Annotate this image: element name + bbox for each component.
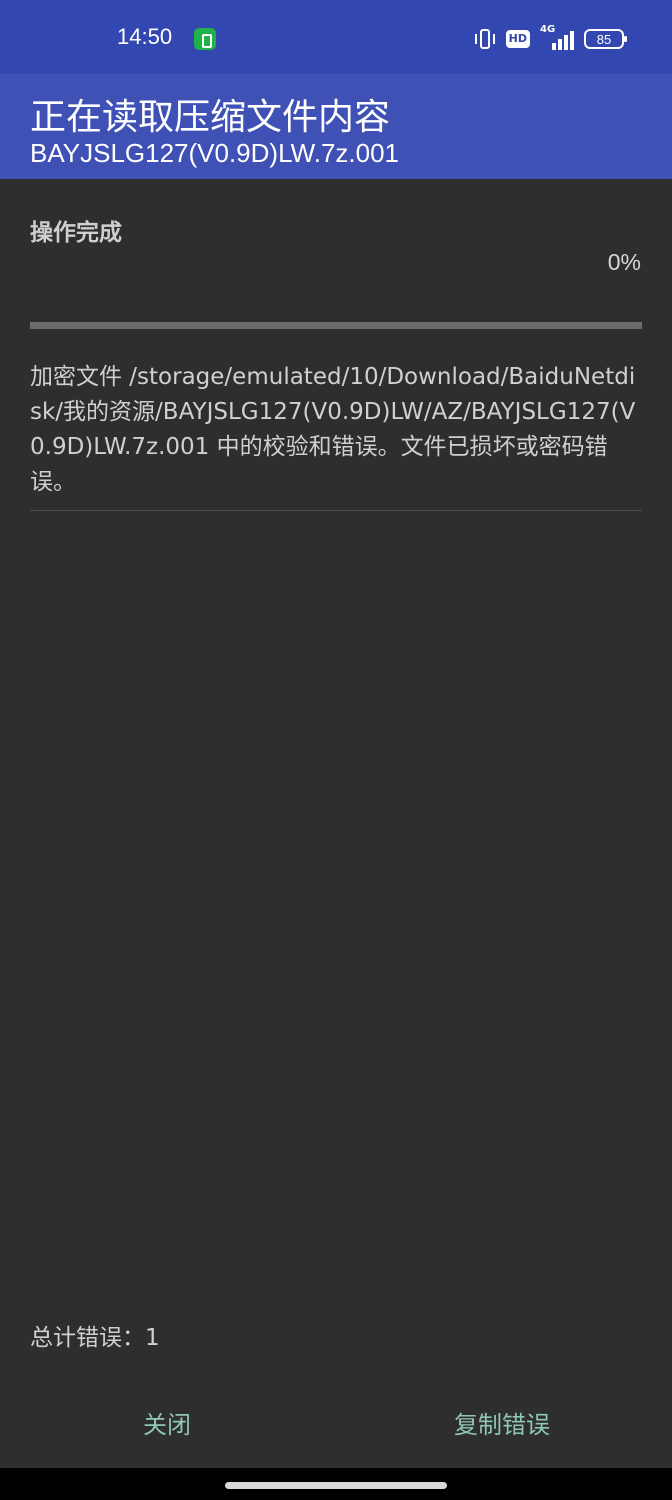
- system-status-bar: 14:50 HD 4G 85: [0, 0, 672, 74]
- vibrate-icon: [474, 28, 496, 50]
- navigation-bar: [0, 1468, 672, 1500]
- home-indicator[interactable]: [225, 1482, 447, 1489]
- total-errors: 总计错误：1: [30, 1325, 160, 1351]
- close-button[interactable]: 关闭: [17, 1392, 317, 1452]
- copy-errors-button[interactable]: 复制错误: [352, 1392, 652, 1452]
- dialog-title-bar: 正在读取压缩文件内容 BAYJSLG127(V0.9D)LW.7z.001: [0, 74, 672, 179]
- operation-status: 操作完成: [30, 220, 122, 246]
- battery-level: 85: [596, 31, 612, 47]
- signal-icon: 4G: [540, 24, 574, 50]
- status-time: 14:50: [117, 24, 173, 49]
- status-icons: HD 4G 85: [474, 24, 627, 52]
- battery-icon: 85: [584, 29, 627, 49]
- error-list-item: 加密文件 /storage/emulated/10/Download/Baidu…: [30, 360, 642, 511]
- progress-percent: 0%: [607, 249, 641, 275]
- error-message: 加密文件 /storage/emulated/10/Download/Baidu…: [30, 364, 636, 495]
- app-notification-icon: [194, 28, 216, 50]
- hd-badge: HD: [505, 30, 530, 48]
- archive-file-name: BAYJSLG127(V0.9D)LW.7z.001: [30, 138, 400, 168]
- dialog-title: 正在读取压缩文件内容: [30, 97, 391, 138]
- network-type-label: 4G: [540, 24, 556, 35]
- progress-bar: [30, 322, 642, 329]
